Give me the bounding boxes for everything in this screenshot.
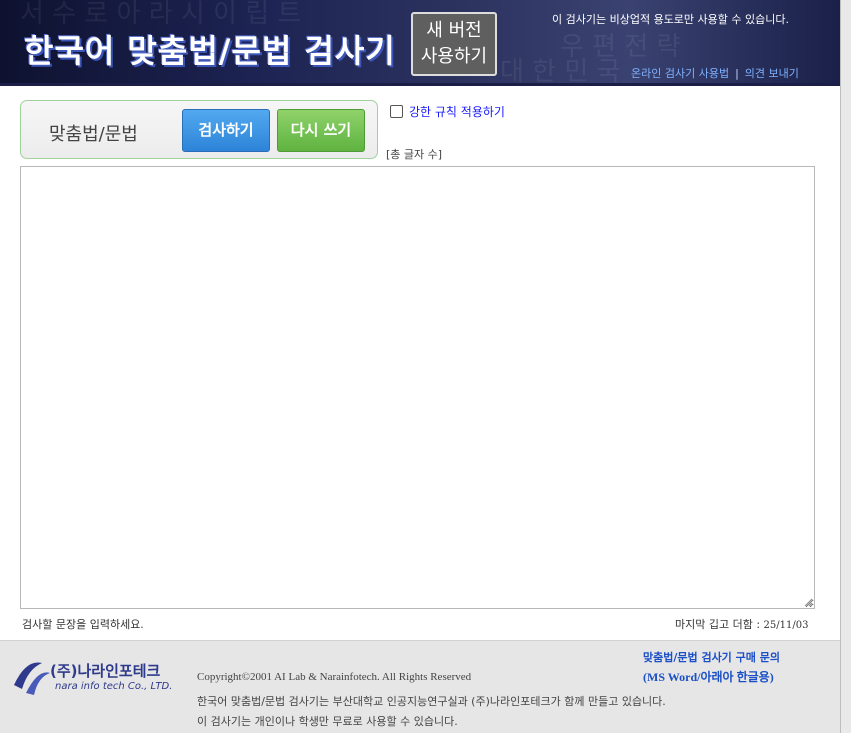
strict-rule-checkbox[interactable] <box>390 105 403 118</box>
purchase-inquiry-link[interactable]: 맞춤법/문법 검사기 구매 문의 <box>643 649 780 665</box>
svg-text:우 편 전 략: 우 편 전 략 <box>560 32 680 62</box>
last-update-label: 마지막 깁고 더함 : <box>675 618 764 631</box>
page: 서 수 로 아 라 시 이 립 트 우 편 전 략 대 한 민 국 한국어 맞춤… <box>0 0 851 733</box>
feedback-link[interactable]: 의견 보내기 <box>745 67 799 80</box>
text-input-area[interactable] <box>20 166 815 609</box>
svg-text:대 한 민 국: 대 한 민 국 <box>500 57 620 83</box>
copyright-text: Copyright©2001 AI Lab & Narainfotech. Al… <box>197 671 472 683</box>
control-panel: 맞춤법/문법 검사하기 다시 쓰기 <box>20 100 378 159</box>
purchase-inquiry-sublink[interactable]: (MS Word/아래아 한글용) <box>643 668 774 685</box>
char-count: [총 글자 수] <box>386 148 443 161</box>
strict-rule-option[interactable]: 강한 규칙 적용하기 <box>390 103 505 120</box>
footer-free-use-notice: 이 검사기는 개인이나 학생만 무료로 사용할 수 있습니다. <box>197 715 458 728</box>
noncommercial-notice: 이 검사기는 비상업적 용도로만 사용할 수 있습니다. <box>552 13 789 26</box>
last-update: 마지막 깁고 더함 : 25/11/03 <box>675 616 808 632</box>
header-links: 온라인 검사기 사용법 | 의견 보내기 <box>631 65 799 81</box>
link-separator: | <box>735 67 739 80</box>
mode-label: 맞춤법/문법 <box>49 124 138 145</box>
window-edge <box>840 0 851 733</box>
header-banner: 서 수 로 아 라 시 이 립 트 우 편 전 략 대 한 민 국 한국어 맞춤… <box>0 0 840 86</box>
company-name: (주)나라인포테크 <box>50 662 161 680</box>
new-version-label-line2: 사용하기 <box>420 46 488 67</box>
new-version-button[interactable]: 새 버전 사용하기 <box>411 12 497 76</box>
company-subtitle: nara info tech Co., LTD. <box>55 681 173 692</box>
input-hint: 검사할 문장을 입력하세요. <box>22 618 144 631</box>
check-button[interactable]: 검사하기 <box>182 109 270 152</box>
new-version-label-line1: 새 버전 <box>426 20 482 41</box>
last-update-date: 25/11/03 <box>763 620 809 631</box>
rewrite-button[interactable]: 다시 쓰기 <box>277 109 365 152</box>
usage-guide-link[interactable]: 온라인 검사기 사용법 <box>631 67 729 80</box>
svg-text:서 수 로 아 라 시 이 립 트: 서 수 로 아 라 시 이 립 트 <box>20 0 301 29</box>
strict-rule-label: 강한 규칙 적용하기 <box>409 105 505 119</box>
footer: (주)나라인포테크 nara info tech Co., LTD. Copyr… <box>0 640 840 733</box>
page-title: 한국어 맞춤법/문법 검사기 <box>24 32 396 70</box>
footer-credit: 한국어 맞춤법/문법 검사기는 부산대학교 인공지능연구실과 (주)나라인포테크… <box>197 695 666 708</box>
